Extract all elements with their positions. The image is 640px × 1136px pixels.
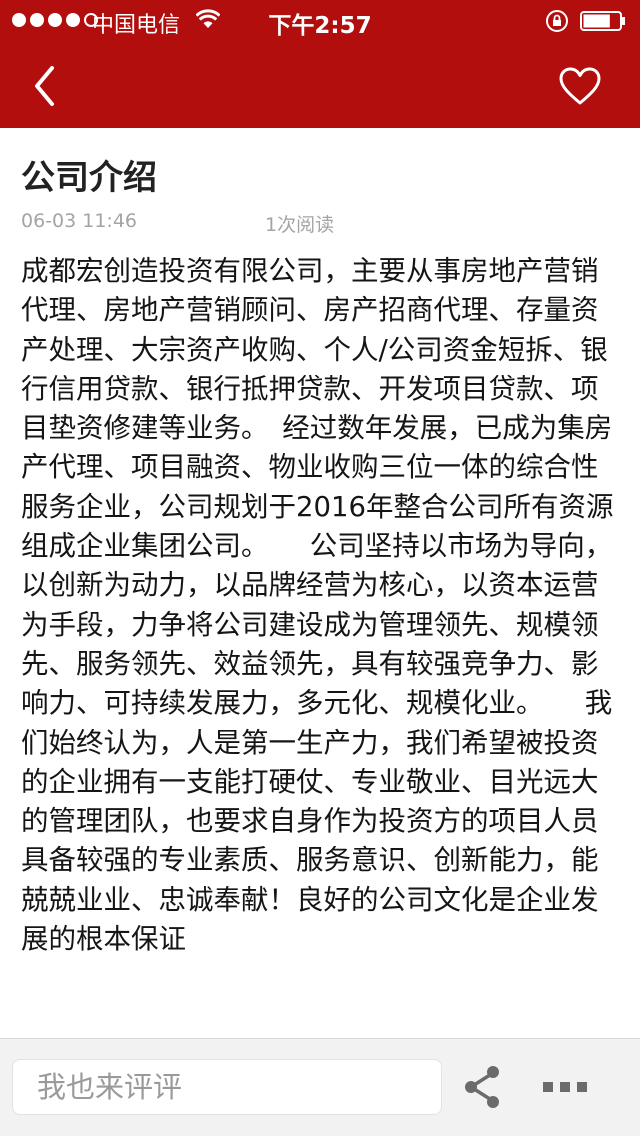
- back-button[interactable]: [22, 62, 66, 110]
- article-content[interactable]: 公司介绍 06-03 11:46 1次阅读 成都宏创造投资有限公司，主要从事房地…: [0, 128, 640, 1038]
- heart-outline-icon: [559, 67, 601, 105]
- nav-bar: [0, 40, 640, 128]
- bottom-toolbar: [0, 1038, 640, 1136]
- chevron-left-icon: [35, 66, 54, 106]
- read-count: 1次阅读: [265, 214, 335, 236]
- status-time: 下午2:57: [268, 13, 372, 39]
- article-date: 06-03 11:46: [21, 210, 138, 232]
- share-icon: [465, 1066, 499, 1108]
- favorite-button[interactable]: [552, 60, 608, 112]
- more-button[interactable]: [538, 1067, 592, 1107]
- article-title: 公司介绍: [21, 158, 157, 198]
- status-bar: 中国电信 下午2:57: [0, 0, 640, 40]
- comment-input[interactable]: [12, 1059, 442, 1115]
- top-bar: 中国电信 下午2:57: [0, 0, 640, 128]
- battery-icon: [580, 11, 626, 31]
- rotation-lock-icon: [545, 9, 569, 39]
- article-body: 成都宏创造投资有限公司，主要从事房地产营销代理、房地产营销顾问、房产招商代理、存…: [21, 255, 614, 956]
- share-button[interactable]: [460, 1061, 504, 1113]
- app-screen: 中国电信 下午2:57 公司介绍 06-03 11:46 1次阅读 成都宏创造投…: [0, 0, 640, 1136]
- more-dots-icon: [543, 1082, 587, 1092]
- article-meta: 06-03 11:46 1次阅读: [21, 210, 334, 236]
